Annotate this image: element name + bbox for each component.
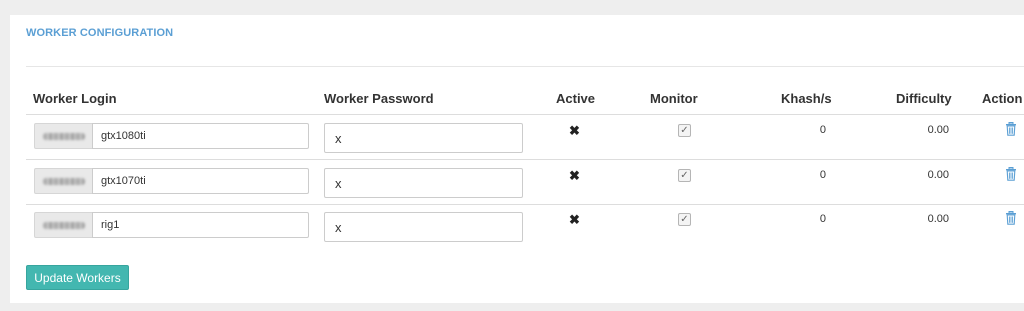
- worker-login-group: [34, 168, 309, 194]
- inactive-x-icon: ✖: [569, 168, 580, 183]
- worker-login-input[interactable]: [92, 212, 309, 238]
- table-row: ✖ ✓ 0 0.00: [26, 160, 1024, 205]
- trash-icon[interactable]: [1005, 122, 1017, 136]
- worker-login-prefix: [34, 168, 92, 194]
- column-header-difficulty: Difficulty: [896, 91, 952, 106]
- difficulty-value: 0.00: [927, 213, 949, 225]
- table-row: ✖ ✓ 0 0.00: [26, 204, 1024, 248]
- worker-login-input[interactable]: [92, 123, 309, 149]
- inactive-x-icon: ✖: [569, 212, 580, 227]
- column-header-monitor: Monitor: [650, 91, 698, 106]
- khash-value: 0: [819, 124, 826, 136]
- monitor-checkbox[interactable]: ✓: [678, 169, 691, 182]
- worker-login-prefix: [34, 212, 92, 238]
- panel-title: WORKER CONFIGURATION: [26, 27, 174, 39]
- inactive-x-icon: ✖: [569, 123, 580, 138]
- update-workers-button[interactable]: Update Workers: [26, 265, 129, 290]
- redacted-username: [42, 221, 85, 229]
- khash-value: 0: [819, 213, 826, 225]
- difficulty-value: 0.00: [927, 124, 949, 136]
- khash-value: 0: [819, 169, 826, 181]
- worker-login-group: [34, 123, 309, 149]
- redacted-username: [42, 132, 85, 140]
- difficulty-value: 0.00: [927, 169, 949, 181]
- column-header-khash: Khash/s: [781, 91, 832, 106]
- worker-login-group: [34, 212, 309, 238]
- worker-password-input[interactable]: [324, 168, 523, 198]
- column-header-action: Action: [982, 91, 1023, 106]
- worker-password-input[interactable]: [324, 212, 523, 242]
- monitor-checkbox[interactable]: ✓: [678, 213, 691, 226]
- trash-icon[interactable]: [1005, 167, 1017, 181]
- title-divider: [26, 66, 1024, 67]
- worker-login-prefix: [34, 123, 92, 149]
- worker-login-input[interactable]: [92, 168, 309, 194]
- column-header-worker-password: Worker Password: [324, 91, 434, 106]
- worker-configuration-panel: WORKER CONFIGURATION Worker Login Worker…: [10, 15, 1024, 303]
- trash-icon[interactable]: [1005, 211, 1017, 225]
- monitor-checkbox[interactable]: ✓: [678, 124, 691, 137]
- table-row: ✖ ✓ 0 0.00: [26, 115, 1024, 160]
- column-header-worker-login: Worker Login: [33, 91, 117, 106]
- redacted-username: [42, 177, 85, 185]
- column-header-active: Active: [556, 91, 596, 106]
- worker-password-input[interactable]: [324, 123, 523, 153]
